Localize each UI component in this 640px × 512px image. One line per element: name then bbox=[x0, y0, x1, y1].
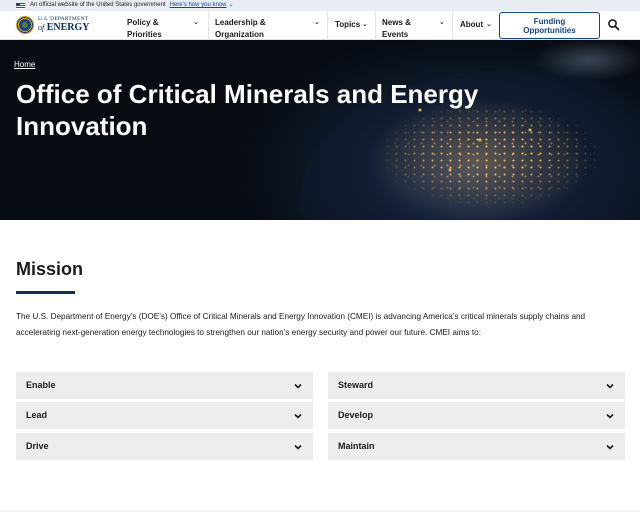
nav-divider bbox=[452, 11, 453, 40]
chevron-down-icon bbox=[294, 444, 302, 450]
nav-divider bbox=[375, 11, 376, 40]
nav-divider bbox=[327, 11, 328, 40]
doe-logo[interactable]: U.S. DEPARTMENT of ENERGY bbox=[16, 14, 90, 36]
chevron-down-icon bbox=[294, 383, 302, 389]
accordion-lead[interactable]: Lead bbox=[16, 402, 313, 429]
mission-heading: Mission bbox=[16, 259, 84, 279]
us-flag-icon bbox=[16, 2, 25, 9]
nav-policy-priorities[interactable]: Policy & Priorities ⌄ bbox=[127, 17, 207, 41]
page-title: Office of Critical Minerals and Energy I… bbox=[16, 79, 479, 141]
hero-banner: Home Office of Critical Minerals and Ene… bbox=[0, 40, 640, 220]
chevron-down-icon: ⌄ bbox=[228, 2, 234, 8]
nav-topics[interactable]: Topics ⌄ bbox=[335, 19, 375, 31]
banner-text: An official website of the United States… bbox=[30, 2, 166, 8]
search-icon bbox=[608, 19, 620, 31]
funding-opportunities-button[interactable]: Funding Opportunities bbox=[499, 12, 600, 39]
chevron-down-icon bbox=[294, 413, 302, 419]
accordion-drive[interactable]: Drive bbox=[16, 433, 313, 460]
heres-how-you-know-link[interactable]: Here's how you know bbox=[170, 0, 227, 11]
accordion-maintain[interactable]: Maintain bbox=[328, 433, 625, 460]
search-button[interactable] bbox=[606, 17, 622, 33]
nav-about[interactable]: About ⌄ bbox=[460, 19, 496, 31]
chevron-down-icon bbox=[606, 413, 614, 419]
heading-underline bbox=[16, 291, 75, 294]
official-gov-banner: An official website of the United States… bbox=[0, 0, 640, 11]
breadcrumb-home-link[interactable]: Home bbox=[14, 60, 35, 69]
accordion-steward[interactable]: Steward bbox=[328, 372, 625, 399]
chevron-down-icon: ⌄ bbox=[439, 19, 445, 26]
logo-bottom-text: of ENERGY bbox=[38, 21, 90, 33]
chevron-down-icon bbox=[606, 383, 614, 389]
accordion-develop[interactable]: Develop bbox=[328, 402, 625, 429]
chevron-down-icon bbox=[606, 444, 614, 450]
chevron-down-icon: ⌄ bbox=[193, 19, 199, 26]
mission-description: The U.S. Department of Energy’s (DOE’s) … bbox=[16, 312, 586, 337]
chevron-down-icon: ⌄ bbox=[362, 21, 368, 28]
nav-divider bbox=[208, 11, 209, 40]
accordion-enable[interactable]: Enable bbox=[16, 372, 313, 399]
site-header: U.S. DEPARTMENT of ENERGY Policy & Priori… bbox=[0, 11, 640, 40]
chevron-down-icon: ⌄ bbox=[314, 19, 320, 26]
nav-leadership-organization[interactable]: Leadership & Organization ⌄ bbox=[215, 17, 325, 41]
doe-seal-icon bbox=[16, 16, 34, 34]
chevron-down-icon: ⌄ bbox=[486, 21, 492, 28]
nav-news-events[interactable]: News & Events ⌄ bbox=[382, 17, 450, 41]
